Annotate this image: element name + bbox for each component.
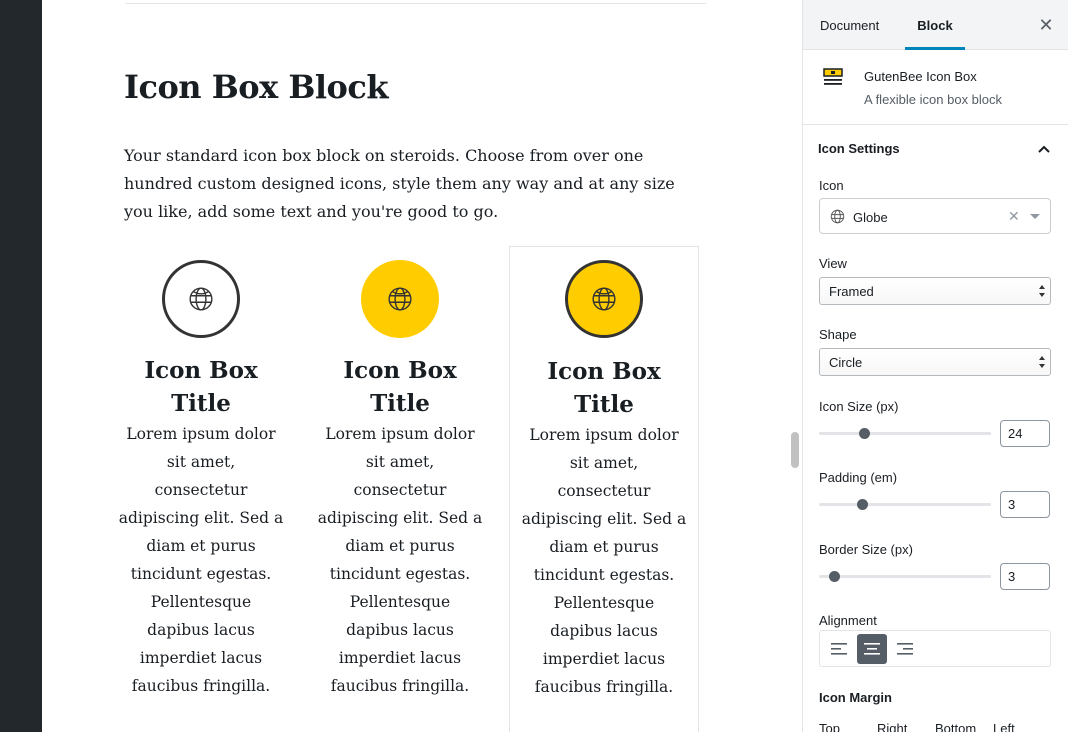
shape-select[interactable]: Circle [819,348,1051,376]
slider-handle[interactable] [829,571,840,582]
align-left-icon [831,643,847,655]
block-name: GutenBee Icon Box [864,69,977,84]
title-line: Title [171,390,231,417]
icon-size-label: Icon Size (px) [819,399,899,414]
shape-label: Shape [819,327,857,342]
icon-box-3-selected[interactable]: Icon Box Title Lorem ipsum dolor sit ame… [509,246,699,732]
border-size-slider[interactable] [819,575,991,578]
alignment-label: Alignment [819,613,877,628]
globe-icon[interactable] [162,260,240,338]
settings-sidebar: Document Block ✕ GutenBee Icon Box A fle… [802,0,1068,732]
padding-label: Padding (em) [819,470,898,485]
chevron-up-icon[interactable] [1037,142,1051,156]
close-icon[interactable]: ✕ [1037,16,1055,34]
margin-bottom-label: Bottom [935,721,977,732]
icon-box-title[interactable]: Icon Box Title [106,354,296,420]
clear-icon[interactable]: ✕ [1008,208,1020,225]
icon-box-text[interactable]: Lorem ipsum dolor sit amet, consectetur … [118,420,284,700]
block-card: GutenBee Icon Box A flexible icon box bl… [803,51,1068,125]
icon-box-text[interactable]: Lorem ipsum dolor sit amet, consectetur … [521,421,687,701]
title-line: Title [574,391,634,418]
title-line: Icon Box [343,357,457,384]
margin-left-label: Left [993,721,1015,732]
border-size-input[interactable]: 3 [1000,563,1050,590]
icon-box-block-icon [823,68,843,85]
align-right-button[interactable] [890,634,920,664]
select-arrows-icon [1039,356,1045,368]
editor-canvas: Icon Box Block Your standard icon box bl… [42,0,788,732]
title-line: Icon Box [144,357,258,384]
tab-block[interactable]: Block [905,0,965,50]
view-label: View [819,256,847,271]
scrollbar-thumb[interactable] [791,432,799,468]
globe-icon[interactable] [565,260,643,338]
icon-size-slider[interactable] [819,432,991,435]
icon-label: Icon [819,178,844,193]
slider-handle[interactable] [857,499,868,510]
icon-margin-title: Icon Margin [819,690,892,705]
icon-box-title[interactable]: Icon Box Title [509,355,699,421]
icon-box-text[interactable]: Lorem ipsum dolor sit amet, consectetur … [317,420,483,700]
align-center-icon [864,643,880,655]
border-size-control: 3 [819,563,1051,593]
shape-select-value: Circle [829,355,863,370]
panel-header-icon-settings[interactable]: Icon Settings [803,126,1068,170]
icon-picker-value: Globe [853,210,888,225]
view-select-value: Framed [829,284,874,299]
title-line: Icon Box [547,358,661,385]
sidebar-tabs: Document Block ✕ [803,0,1068,50]
icon-box-1[interactable]: Icon Box Title Lorem ipsum dolor sit ame… [106,246,296,732]
padding-input[interactable]: 3 [1000,491,1050,518]
border-size-label: Border Size (px) [819,542,913,557]
tab-document[interactable]: Document [820,0,879,50]
select-arrows-icon [1039,285,1045,297]
slider-handle[interactable] [859,428,870,439]
page-title[interactable]: Icon Box Block [124,68,389,106]
margin-top-label: Top [819,721,840,732]
panel-title: Icon Settings [818,141,900,156]
padding-control: 3 [819,491,1051,521]
divider [125,3,706,4]
icon-size-input[interactable]: 24 [1000,420,1050,447]
align-left-button[interactable] [824,634,854,664]
admin-sidebar-bar [0,0,42,732]
block-description: A flexible icon box block [864,92,1003,107]
align-center-button[interactable] [857,634,887,664]
alignment-toolbar [819,630,1051,667]
globe-icon[interactable] [361,260,439,338]
globe-icon [830,209,845,224]
view-select[interactable]: Framed [819,277,1051,305]
icon-box-title[interactable]: Icon Box Title [305,354,495,420]
intro-paragraph[interactable]: Your standard icon box block on steroids… [124,142,704,226]
icon-size-control: 24 [819,420,1051,450]
chevron-down-icon[interactable] [1030,214,1040,219]
scrollbar-track[interactable] [788,0,802,732]
icon-picker-select[interactable]: Globe ✕ [819,198,1051,234]
margin-right-label: Right [877,721,908,732]
align-right-icon [897,643,913,655]
title-line: Title [370,390,430,417]
icon-box-2[interactable]: Icon Box Title Lorem ipsum dolor sit ame… [305,246,495,732]
padding-slider[interactable] [819,503,991,506]
